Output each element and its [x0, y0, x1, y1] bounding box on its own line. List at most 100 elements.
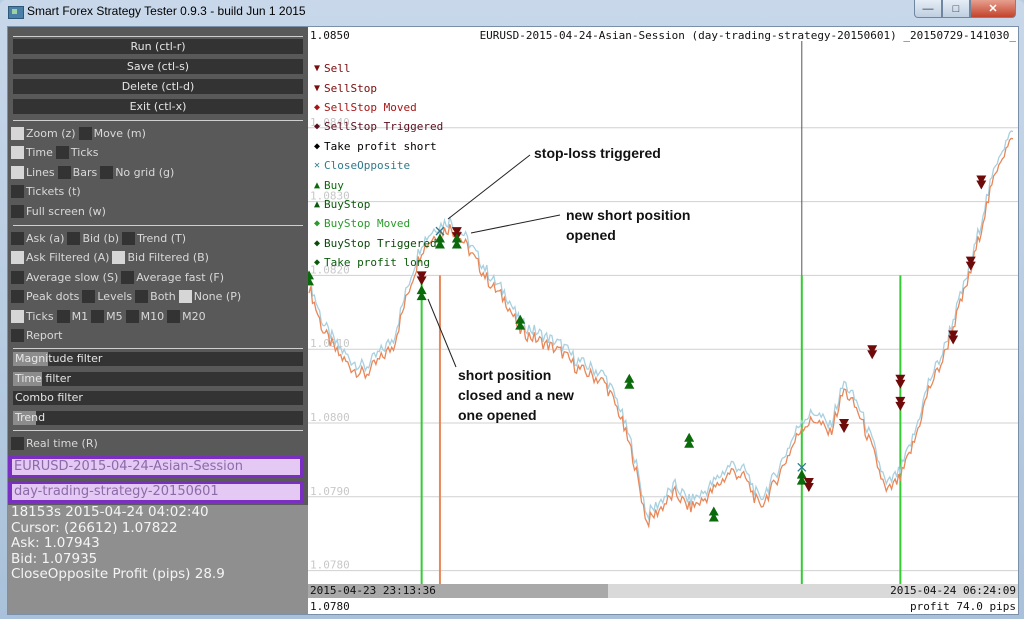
elapsed-time: 18153s 2015-04-24 04:02:40	[11, 504, 209, 520]
checkbox[interactable]	[11, 146, 24, 159]
exit-button[interactable]: Exit (ctl-x)	[13, 99, 303, 114]
option-label[interactable]: Tickets (t)	[26, 185, 81, 198]
bottom-price-label: 1.0780	[310, 600, 350, 613]
sell-marker	[895, 379, 906, 389]
option-label[interactable]: Average slow (S)	[26, 271, 118, 284]
checkbox[interactable]	[11, 204, 24, 218]
option-label[interactable]: M10	[141, 310, 165, 323]
delete-button[interactable]: Delete (ctl-d)	[13, 79, 303, 94]
option-label[interactable]: Ask (a)	[26, 232, 64, 245]
take-profit-long-icon: ◆	[313, 257, 321, 269]
checkbox[interactable]	[56, 309, 70, 323]
checkbox[interactable]	[11, 231, 24, 245]
checkbox[interactable]	[112, 251, 126, 264]
checkbox[interactable]	[135, 290, 149, 303]
dataset-name-field[interactable]: EURUSD-2015-04-24-Asian-Session	[8, 456, 304, 478]
realtime-toggle[interactable]: Real time (R)	[11, 435, 101, 451]
option-label[interactable]: M20	[182, 310, 206, 323]
option-label[interactable]: Trend (T)	[137, 232, 186, 245]
option-label[interactable]: Bid (b)	[82, 232, 119, 245]
combo-filter-slider[interactable]: Combo filter	[13, 391, 303, 405]
legend-item: ▲ BuyStop	[312, 195, 443, 214]
option-label[interactable]: No grid (g)	[115, 166, 174, 179]
checkbox[interactable]	[91, 309, 105, 323]
save-button[interactable]: Save (ctl-s)	[13, 59, 303, 74]
checkbox[interactable]	[11, 251, 24, 264]
checkbox[interactable]	[11, 290, 24, 303]
close-button[interactable]: ✕	[970, 0, 1016, 18]
y-tick-label: 1.0780	[310, 559, 350, 572]
time-filter-slider[interactable]: Time filter	[13, 372, 303, 386]
option-label[interactable]: Full screen (w)	[26, 205, 106, 218]
legend-label: Buy	[324, 178, 344, 192]
option-label[interactable]: Lines	[26, 166, 55, 179]
option-label[interactable]: M5	[106, 310, 123, 323]
sell-marker	[839, 424, 850, 433]
option-row: Ask (a) Bid (b) Trend (T)	[11, 230, 189, 246]
maximize-button[interactable]: □	[942, 0, 970, 18]
checkbox[interactable]	[100, 165, 114, 179]
checkbox[interactable]	[78, 126, 92, 140]
dataset-name[interactable]: EURUSD-2015-04-24-Asian-Session	[12, 459, 300, 475]
option-label[interactable]: Levels	[97, 290, 132, 303]
option-label[interactable]: Bars	[73, 166, 98, 179]
checkbox[interactable]	[178, 290, 192, 303]
checkbox[interactable]	[125, 309, 139, 323]
option-label[interactable]: M1	[72, 310, 89, 323]
option-label[interactable]: Report	[26, 329, 62, 342]
option-label[interactable]: Time	[26, 146, 53, 159]
strategy-name[interactable]: day-trading-strategy-20150601	[12, 484, 300, 500]
buy-icon: ▲	[313, 179, 321, 191]
option-label[interactable]: Ticks	[26, 310, 54, 323]
option-label[interactable]: Bid Filtered (B)	[127, 251, 208, 264]
profit-readout: CloseOpposite Profit (pips) 28.9	[11, 566, 225, 582]
run-button[interactable]: Run (ctl-r)	[13, 39, 303, 54]
price-chart[interactable]: 1.0840 1.0830 1.0820 1.0810 1.0800 1.0790 1.07…	[308, 27, 1018, 614]
option-row: Average slow (S) Average fast (F)	[11, 269, 227, 285]
trend-slider[interactable]: Trend	[13, 411, 303, 425]
sell-marker	[803, 483, 814, 493]
option-label[interactable]: Ticks	[71, 146, 99, 159]
checkbox[interactable]	[11, 329, 24, 342]
maximize-icon: □	[952, 2, 960, 15]
option-label[interactable]: Zoom (z)	[26, 127, 76, 140]
checkbox[interactable]	[11, 126, 24, 140]
checkbox[interactable]	[57, 165, 71, 179]
annotation-line: closed and a new	[458, 387, 574, 403]
marker-legend: ▼ Sell ▼ SellStop ◆ SellStop Moved ◆ SellStop T…	[312, 59, 443, 272]
checkbox[interactable]	[11, 436, 24, 450]
checkbox[interactable]	[121, 270, 135, 284]
sellstop-moved-icon: ◆	[313, 101, 321, 113]
option-label[interactable]: None (P)	[194, 290, 241, 303]
annotation-pointer	[427, 298, 457, 368]
minimize-button[interactable]: —	[914, 0, 942, 18]
option-label[interactable]: Ask Filtered (A)	[26, 251, 109, 264]
sellstop-triggered-icon: ◆	[313, 121, 321, 133]
legend-item: ◆ BuyStop Triggered	[312, 234, 443, 253]
option-label[interactable]: Average fast (F)	[136, 271, 224, 284]
legend-label: Take profit long	[324, 256, 430, 270]
checkbox[interactable]	[55, 146, 69, 159]
legend-label: BuyStop Moved	[324, 217, 411, 231]
sell-marker	[976, 180, 987, 190]
client-area: Run (ctl-r) Save (ctl-s) Delete (ctl-d) …	[7, 26, 1019, 615]
option-label[interactable]: Both	[150, 290, 176, 303]
ask-readout: Ask: 1.07943	[11, 535, 100, 551]
checkbox[interactable]	[82, 290, 96, 303]
magnitude-filter-slider[interactable]: Magnitude filter	[13, 352, 303, 366]
checkbox[interactable]	[167, 309, 181, 323]
total-profit: profit 74.0 pips	[910, 600, 1016, 613]
option-label[interactable]: Peak dots	[26, 290, 79, 303]
checkbox[interactable]	[11, 185, 24, 198]
checkbox[interactable]	[122, 231, 136, 245]
option-row: Tickets (t)	[11, 184, 84, 200]
time-scrollbar[interactable]: 2015-04-23 23:13:36 2015-04-24 06:24:09	[308, 584, 1018, 598]
option-label[interactable]: Move (m)	[94, 127, 146, 140]
checkbox[interactable]	[11, 165, 24, 179]
checkbox[interactable]	[11, 309, 24, 323]
checkbox[interactable]	[67, 231, 81, 245]
checkbox[interactable]	[11, 270, 24, 284]
slider-label: Combo filter	[15, 391, 83, 404]
chart-title: EURUSD-2015-04-24-Asian-Session (day-tra…	[479, 29, 1016, 42]
strategy-name-field[interactable]: day-trading-strategy-20150601	[8, 481, 304, 503]
